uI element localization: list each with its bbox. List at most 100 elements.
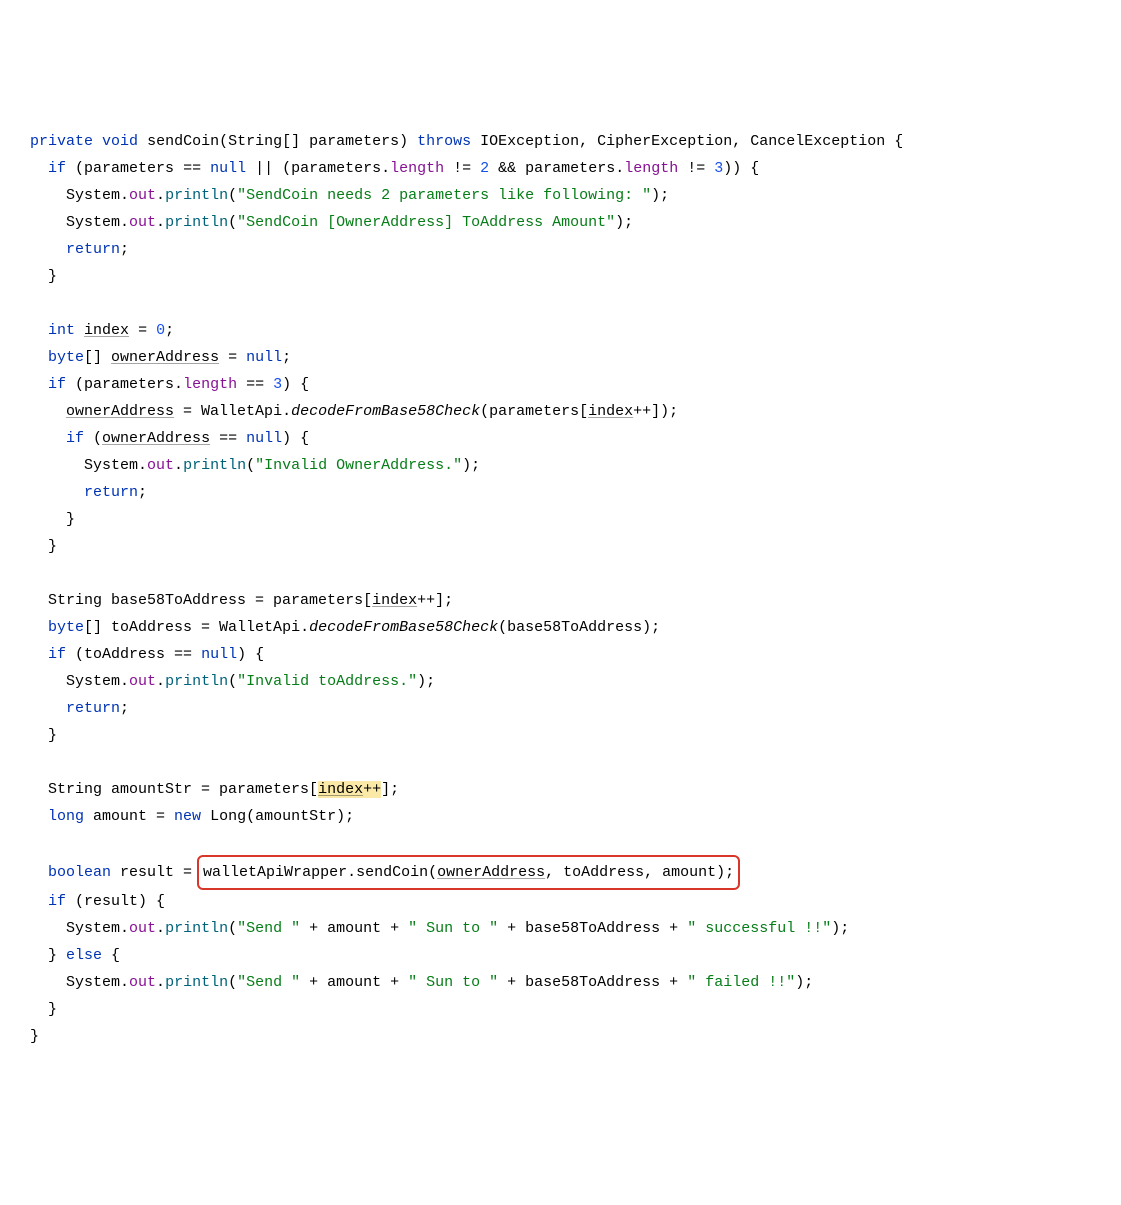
string: "Invalid toAddress." [237,673,417,690]
keyword: null [210,160,246,177]
text: (result) { [66,893,165,910]
text: System. [84,457,147,474]
text: ) { [237,646,264,663]
method-name: sendCoin [147,133,219,150]
line: byte[] ownerAddress = null; [30,349,291,366]
text: } [48,727,57,744]
text: Long(amountStr); [201,808,354,825]
line: if (ownerAddress == null) { [30,430,309,447]
line: ownerAddress = WalletApi.decodeFromBase5… [30,403,678,420]
text: ++]); [633,403,678,420]
keyword: if [48,376,66,393]
line: } [30,538,57,555]
text: . [156,920,165,937]
field: length [624,160,678,177]
line: } [30,727,57,744]
text: } [48,947,66,964]
text: } [30,1028,39,1045]
keyword: else [66,947,102,964]
field: out [129,974,156,991]
line: String base58ToAddress = parameters[inde… [30,592,453,609]
text: walletApiWrapper.sendCoin( [203,864,437,881]
text: != [678,160,714,177]
text: ( [246,457,255,474]
text: ); [615,214,633,231]
text: && parameters. [489,160,624,177]
keyword: throws [417,133,471,150]
text: , toAddress, amount); [545,864,734,881]
text: System. [66,187,129,204]
text: System. [66,673,129,690]
field: out [129,214,156,231]
string: "Invalid OwnerAddress." [255,457,462,474]
text: ); [831,920,849,937]
method: println [165,214,228,231]
keyword: return [84,484,138,501]
text: = [129,322,156,339]
text: System. [66,214,129,231]
number: 2 [480,160,489,177]
text: ( [228,920,237,937]
text: amount = [84,808,174,825]
line: } else { [30,947,120,964]
field: out [129,187,156,204]
line: System.out.println("SendCoin [OwnerAddre… [30,214,633,231]
text: . [156,673,165,690]
text: } [66,511,75,528]
text: != [444,160,480,177]
text: . [156,214,165,231]
line: int index = 0; [30,322,174,339]
text: ; [165,322,174,339]
keyword: new [174,808,201,825]
keyword: boolean [48,864,111,881]
text: String amountStr = parameters[ [48,781,318,798]
text: == [237,376,273,393]
number: 3 [714,160,723,177]
line: } [30,1001,57,1018]
text: } [48,1001,57,1018]
text: (parameters == [75,160,210,177]
var: ownerAddress [66,403,174,420]
text: + base58ToAddress + [498,974,687,991]
method: println [165,187,228,204]
var: ownerAddress [102,430,210,447]
method: println [165,974,228,991]
string: " Sun to " [408,920,498,937]
text: String base58ToAddress = parameters[ [48,592,372,609]
keyword: return [66,241,120,258]
keyword: if [48,893,66,910]
line: if (toAddress == null) { [30,646,264,663]
keyword: long [48,808,84,825]
var: index [84,322,129,339]
line: if (result) { [30,893,165,910]
text: ( [228,187,237,204]
highlighted-call-box: walletApiWrapper.sendCoin(ownerAddress, … [197,855,740,890]
text: ); [795,974,813,991]
string: "Send " [237,920,300,937]
text: ( [228,974,237,991]
text: ++]; [417,592,453,609]
keyword: int [48,322,75,339]
code-block: private void sendCoin(String[] parameter… [30,128,1091,1050]
text: )) { [723,160,759,177]
field: length [183,376,237,393]
keyword: private [30,133,93,150]
number: 0 [156,322,165,339]
text: ; [282,349,291,366]
text: ( [228,673,237,690]
line: System.out.println("Send " + amount + " … [30,974,813,991]
text: ; [120,241,129,258]
line: } [30,268,57,285]
text: || (parameters. [246,160,390,177]
field: length [390,160,444,177]
text: (String[] parameters) [219,133,408,150]
line: long amount = new Long(amountStr); [30,808,354,825]
string: " successful !!" [687,920,831,937]
line: String amountStr = parameters[index++]; [30,781,399,798]
line: System.out.println("SendCoin needs 2 par… [30,187,669,204]
method: println [165,673,228,690]
var: ownerAddress [111,349,219,366]
line: if (parameters == null || (parameters.le… [30,160,759,177]
keyword: null [246,430,282,447]
text [75,322,84,339]
